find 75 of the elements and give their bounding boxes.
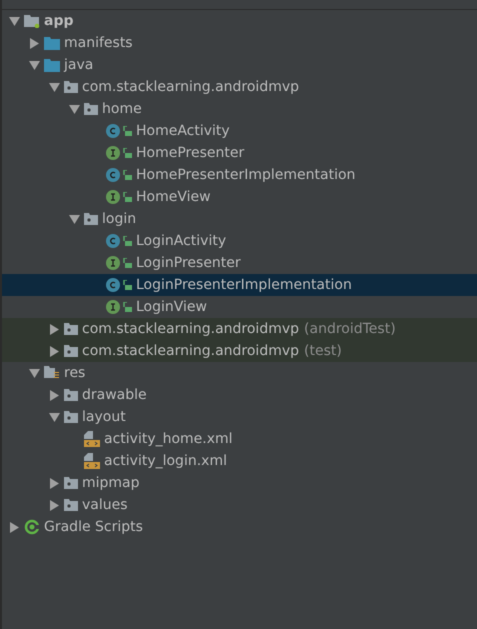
tree-item-label[interactable]: activity_home.xml	[104, 431, 233, 447]
tree-item-label[interactable]: HomeActivity	[136, 123, 230, 139]
package-folder-icon	[64, 389, 78, 401]
collapse-arrow-icon[interactable]	[50, 478, 58, 488]
package-folder-icon	[64, 81, 78, 93]
resource-folder-icon	[44, 366, 60, 380]
class-icon	[106, 168, 120, 182]
source-set-label: (test)	[304, 343, 342, 359]
package-folder-icon	[64, 323, 78, 335]
tree-item-label[interactable]: com.stacklearning.androidmvp	[82, 79, 300, 95]
tree-item-label[interactable]: HomeView	[136, 189, 211, 205]
tree-item-label[interactable]: res	[64, 365, 86, 381]
interface-icon	[106, 190, 120, 204]
package-folder-icon	[64, 477, 78, 489]
folder-icon	[44, 36, 60, 50]
tree-item-label[interactable]: LoginView	[136, 299, 207, 315]
class-icon	[106, 124, 120, 138]
expand-arrow-icon[interactable]	[48, 82, 60, 92]
xml-file-icon	[84, 453, 100, 469]
package-folder-icon	[84, 103, 98, 115]
tree-item-label[interactable]: LoginPresenter	[136, 255, 241, 271]
tree-item-label[interactable]: drawable	[82, 387, 147, 403]
unlock-icon	[123, 236, 132, 246]
tree-item-label[interactable]: com.stacklearning.androidmvp	[82, 321, 300, 337]
tree-item-label[interactable]: Gradle Scripts	[44, 519, 143, 535]
unlock-icon	[123, 126, 132, 136]
tree-item-label[interactable]: LoginPresenterImplementation	[136, 277, 352, 293]
tree-item-label[interactable]: login	[102, 211, 136, 227]
test-package-row[interactable]: com.stacklearning.androidmvp (androidTest)	[2, 318, 477, 340]
tree-item-label[interactable]: mipmap	[82, 475, 140, 491]
collapse-arrow-icon[interactable]	[50, 390, 58, 400]
unlock-icon	[123, 302, 132, 312]
collapse-arrow-icon[interactable]	[10, 522, 18, 532]
test-package-row[interactable]: com.stacklearning.androidmvp (test)	[2, 340, 477, 362]
tree-item-label[interactable]: LoginActivity	[136, 233, 226, 249]
interface-icon	[106, 256, 120, 270]
xml-file-icon	[84, 431, 100, 447]
collapse-arrow-icon[interactable]	[30, 38, 38, 48]
package-folder-icon	[64, 345, 78, 357]
expand-arrow-icon[interactable]	[48, 412, 60, 422]
tree-item-label[interactable]: app	[44, 13, 74, 29]
selected-tree-row[interactable]: LoginPresenterImplementation	[2, 274, 477, 296]
unlock-icon	[123, 148, 132, 158]
tree-item-label[interactable]: values	[82, 497, 128, 513]
class-icon	[106, 278, 120, 292]
expand-arrow-icon[interactable]	[28, 60, 40, 70]
module-folder-icon	[24, 14, 40, 28]
tree-item-label[interactable]: home	[102, 101, 142, 117]
collapse-arrow-icon[interactable]	[50, 346, 58, 356]
class-icon	[106, 234, 120, 248]
expand-arrow-icon[interactable]	[8, 16, 20, 26]
unlock-icon	[123, 170, 132, 180]
source-set-label: (androidTest)	[304, 321, 396, 337]
interface-icon	[106, 146, 120, 160]
folder-icon	[44, 58, 60, 72]
package-folder-icon	[84, 213, 98, 225]
gradle-icon	[24, 519, 40, 535]
interface-icon	[106, 300, 120, 314]
tree-item-label[interactable]: com.stacklearning.androidmvp	[82, 343, 300, 359]
expand-arrow-icon[interactable]	[68, 104, 80, 114]
package-folder-icon	[64, 411, 78, 423]
unlock-icon	[123, 280, 132, 290]
tree-item-label[interactable]: layout	[82, 409, 126, 425]
tree-item-label[interactable]: activity_login.xml	[104, 453, 227, 469]
tree-item-label[interactable]: manifests	[64, 35, 133, 51]
unlock-icon	[123, 258, 132, 268]
tree-item-label[interactable]: HomePresenter	[136, 145, 244, 161]
expand-arrow-icon[interactable]	[68, 214, 80, 224]
unlock-icon	[123, 192, 132, 202]
collapse-arrow-icon[interactable]	[50, 500, 58, 510]
collapse-arrow-icon[interactable]	[50, 324, 58, 334]
expand-arrow-icon[interactable]	[28, 368, 40, 378]
tree-item-label[interactable]: HomePresenterImplementation	[136, 167, 356, 183]
package-folder-icon	[64, 499, 78, 511]
tree-item-label[interactable]: java	[64, 57, 94, 73]
